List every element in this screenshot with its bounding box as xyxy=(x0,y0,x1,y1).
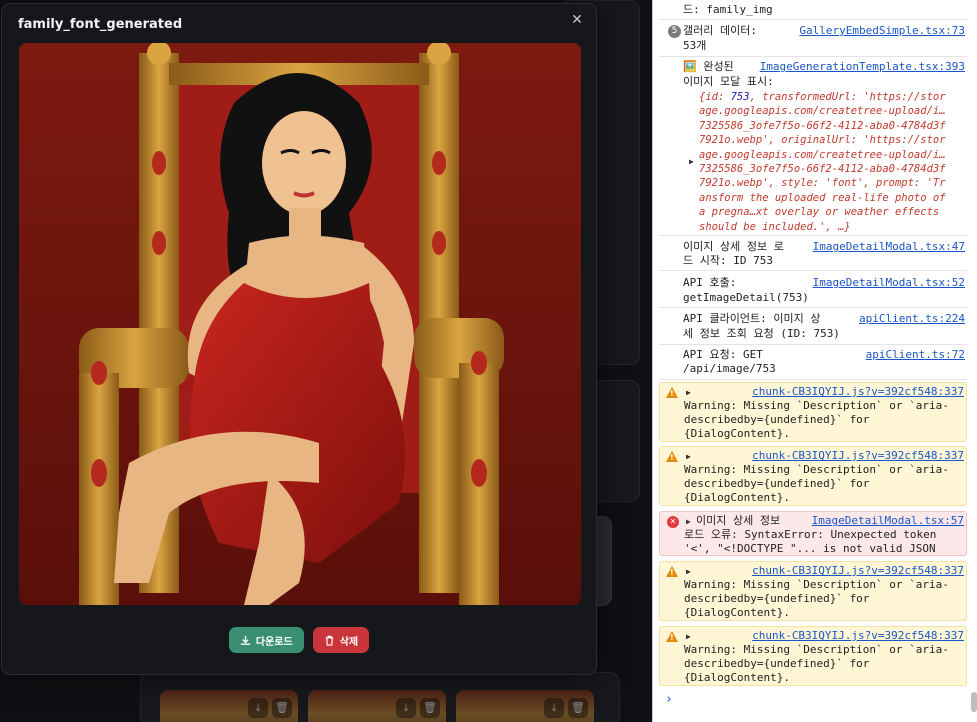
expand-triangle-icon[interactable]: ▶ xyxy=(686,515,691,529)
console-text: describedby={undefined}` for xyxy=(684,477,870,490)
console-message: 🖼️ 완성된 ImageGenerationTemplate.tsx:393 이… xyxy=(659,58,967,236)
console-text: 이미지 상세 정보 xyxy=(696,514,781,527)
object-prefix: {id: xyxy=(699,91,731,103)
source-link[interactable]: GalleryEmbedSimple.tsx:73 xyxy=(799,24,965,38)
close-icon[interactable]: ✕ xyxy=(569,12,585,28)
download-icon[interactable]: ⤓ xyxy=(396,698,416,718)
source-link[interactable]: ImageDetailModal.tsx:57 xyxy=(812,514,964,528)
gallery-thumbnail[interactable]: ⤓ 🗑 xyxy=(456,690,594,722)
image-detail-modal: family_font_generated ✕ 다운로드 삭제 xyxy=(1,3,597,675)
error-icon: ✕ xyxy=(667,516,679,528)
trash-icon[interactable]: 🗑 xyxy=(420,698,440,718)
console-message: API 호출: getImageDetail(753) ImageDetailM… xyxy=(659,272,967,308)
console-text: 세 정보 조회 요청 (ID: 753) xyxy=(683,327,840,340)
console-text: API 요청: GET xyxy=(683,348,763,361)
download-button-label: 다운로드 xyxy=(255,636,293,648)
console-text: '<', "<!DOCTYPE "... is not valid JSON xyxy=(684,542,936,555)
console-text: {DialogContent}. xyxy=(684,427,790,440)
console-warning: ! ▶ chunk-CB3IQYIJ.js?v=392cf548:337 War… xyxy=(659,446,967,506)
trash-icon[interactable]: 🗑 xyxy=(272,698,292,718)
console-text: API 클라이언트: 이미지 상 xyxy=(683,312,821,325)
console-warning: ! ▶ chunk-CB3IQYIJ.js?v=392cf548:337 War… xyxy=(659,382,967,442)
download-icon[interactable]: ⤓ xyxy=(544,698,564,718)
expand-triangle-icon[interactable]: ▶ xyxy=(686,630,691,644)
console-text: 이미지 모달 표시: xyxy=(683,75,774,88)
gallery-thumbnail[interactable]: ⤓ 🗑 xyxy=(308,690,446,722)
source-link[interactable]: chunk-CB3IQYIJ.js?v=392cf548:337 xyxy=(752,449,964,463)
source-link[interactable]: apiClient.ts:224 xyxy=(859,312,965,326)
app-viewport: ⤓ 🗑 ⤓ 🗑 ⤓ 🗑 family_font_generated ✕ 다운로드… xyxy=(0,0,650,722)
console-text: 53개 xyxy=(683,39,707,52)
console-text: {DialogContent}. xyxy=(684,671,790,684)
trash-icon xyxy=(325,635,333,646)
console-message: 드: family_img xyxy=(659,0,967,20)
expand-triangle-icon[interactable]: ▶ xyxy=(686,565,691,579)
modal-title: family_font_generated xyxy=(18,17,183,32)
warning-icon: ! xyxy=(666,451,678,462)
delete-button[interactable]: 삭제 xyxy=(312,627,370,653)
console-text: Warning: Missing `Description` or `aria- xyxy=(684,463,949,476)
warning-icon: ! xyxy=(666,566,678,577)
expand-triangle-icon[interactable]: ▶ xyxy=(686,450,691,464)
object-rest: , transformedUrl: 'https://storage.googl… xyxy=(699,91,946,233)
console-text: getImageDetail(753) xyxy=(683,291,809,304)
console-warning: ! ▶ chunk-CB3IQYIJ.js?v=392cf548:337 War… xyxy=(659,561,967,621)
modal-actions: 다운로드 삭제 xyxy=(2,627,596,653)
console-message: API 요청: GET /api/image/753 apiClient.ts:… xyxy=(659,346,967,380)
delete-button-label: 삭제 xyxy=(339,636,359,648)
warning-icon: ! xyxy=(666,631,678,642)
console-text: {DialogContent}. xyxy=(684,491,790,504)
console-warning: ! ▶ chunk-CB3IQYIJ.js?v=392cf548:337 War… xyxy=(659,626,967,686)
console-message: 이미지 상세 정보 로 드 시작: ID 753 ImageDetailModa… xyxy=(659,237,967,271)
download-icon xyxy=(240,635,250,645)
download-icon[interactable]: ⤓ xyxy=(248,698,268,718)
source-link[interactable]: chunk-CB3IQYIJ.js?v=392cf548:337 xyxy=(752,385,964,399)
expand-triangle-icon[interactable]: ▶ xyxy=(686,386,691,400)
source-link[interactable]: ImageDetailModal.tsx:52 xyxy=(813,276,965,290)
gallery-thumbnail[interactable]: ⤓ 🗑 xyxy=(160,690,298,722)
console-text: {DialogContent}. xyxy=(684,606,790,619)
source-link[interactable]: ImageGenerationTemplate.tsx:393 xyxy=(760,60,965,74)
console-scrollbar[interactable] xyxy=(971,692,977,712)
console-text: Warning: Missing `Description` or `aria- xyxy=(684,399,949,412)
object-id: 753 xyxy=(730,91,750,103)
source-link[interactable]: chunk-CB3IQYIJ.js?v=392cf548:337 xyxy=(752,564,964,578)
console-error: ✕ ▶ 이미지 상세 정보 ImageDetailModal.tsx:57 로드… xyxy=(659,511,967,556)
trash-icon[interactable]: 🗑 xyxy=(568,698,588,718)
console-message: API 클라이언트: 이미지 상 세 정보 조회 요청 (ID: 753) ap… xyxy=(659,309,967,345)
console-text: API 호출: xyxy=(683,276,737,289)
warning-icon: ! xyxy=(666,387,678,398)
console-message: 5 갤러리 데이터: 53개 GalleryEmbedSimple.tsx:73 xyxy=(659,21,967,57)
console-text: 갤러리 데이터: xyxy=(683,24,757,37)
repeat-count-badge: 5 xyxy=(668,25,681,38)
console-text: 드 시작: ID 753 xyxy=(683,254,773,267)
source-link[interactable]: apiClient.ts:72 xyxy=(866,348,965,362)
download-button[interactable]: 다운로드 xyxy=(228,627,304,653)
source-link[interactable]: ImageDetailModal.tsx:47 xyxy=(813,240,965,254)
console-text: describedby={undefined}` for xyxy=(684,657,870,670)
console-text: Warning: Missing `Description` or `aria- xyxy=(684,643,949,656)
generated-image xyxy=(19,43,581,605)
console-text: /api/image/753 xyxy=(683,362,776,375)
console-text: 드: family_img xyxy=(683,3,773,16)
console-text: describedby={undefined}` for xyxy=(684,413,870,426)
console-text: Warning: Missing `Description` or `aria- xyxy=(684,578,949,591)
expand-triangle-icon[interactable]: ▶ xyxy=(689,155,694,169)
console-text: describedby={undefined}` for xyxy=(684,592,870,605)
console-text: 이미지 상세 정보 로 xyxy=(683,240,784,253)
console-text: 로드 오류: SyntaxError: Unexpected token xyxy=(684,528,937,541)
console-prompt[interactable]: › xyxy=(665,692,673,707)
devtools-console: 드: family_img 5 갤러리 데이터: 53개 GalleryEmbe… xyxy=(652,0,977,722)
console-text: 🖼️ 완성된 xyxy=(683,60,734,73)
source-link[interactable]: chunk-CB3IQYIJ.js?v=392cf548:337 xyxy=(752,629,964,643)
console-object: {id: 753, transformedUrl: 'https://stora… xyxy=(699,90,949,234)
